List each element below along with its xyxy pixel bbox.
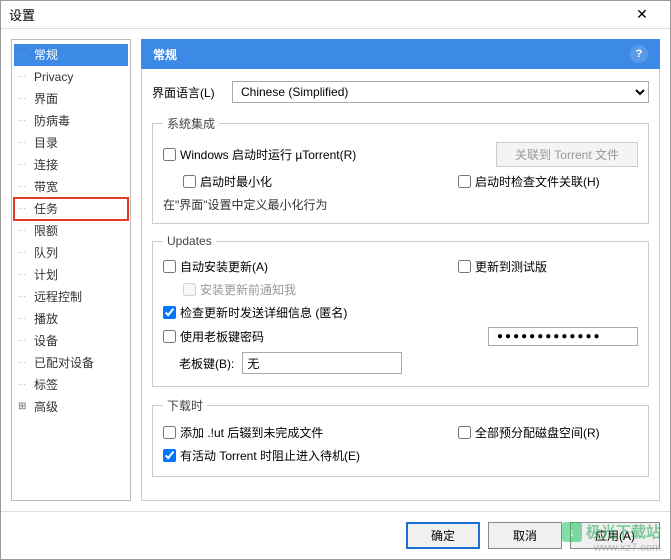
- notify-update-label: 安装更新前通知我: [200, 281, 296, 298]
- tree-item[interactable]: 队列: [14, 242, 128, 264]
- startup-label: Windows 启动时运行 µTorrent(R): [180, 146, 356, 163]
- startup-checkbox[interactable]: [163, 148, 176, 161]
- language-label: 界面语言(L): [152, 84, 222, 101]
- group-legend: 系统集成: [163, 115, 219, 132]
- tree-item[interactable]: 常规: [14, 44, 128, 66]
- minimize-note: 在"界面"设置中定义最小化行为: [163, 196, 638, 213]
- apply-button[interactable]: 应用(A): [570, 522, 660, 549]
- language-select[interactable]: Chinese (Simplified): [232, 81, 649, 103]
- prealloc-label: 全部预分配磁盘空间(R): [475, 424, 600, 441]
- prevent-standby-checkbox[interactable]: [163, 449, 176, 462]
- tree-item[interactable]: 带宽: [14, 176, 128, 198]
- tree-item[interactable]: 防病毒: [14, 110, 128, 132]
- close-icon[interactable]: ✕: [622, 1, 662, 29]
- check-assoc-checkbox[interactable]: [458, 175, 471, 188]
- tree-item[interactable]: 播放: [14, 308, 128, 330]
- tree-item[interactable]: 远程控制: [14, 286, 128, 308]
- ok-button[interactable]: 确定: [406, 522, 480, 549]
- auto-update-label: 自动安装更新(A): [180, 258, 268, 275]
- check-assoc-label: 启动时检查文件关联(H): [475, 173, 600, 190]
- tree-item[interactable]: 设备: [14, 330, 128, 352]
- tree-item[interactable]: 标签: [14, 374, 128, 396]
- panel-header: 常规 ?: [141, 39, 660, 69]
- boss-key-input[interactable]: [242, 352, 402, 374]
- prealloc-checkbox[interactable]: [458, 426, 471, 439]
- download-group: 下载时 添加 .!ut 后辍到未完成文件 全部预分配磁盘空间(R): [152, 397, 649, 477]
- send-anon-label: 检查更新时发送详细信息 (匿名): [180, 304, 347, 321]
- boss-key-label: 老板键(B):: [179, 355, 234, 372]
- boss-pwd-checkbox[interactable]: [163, 330, 176, 343]
- tree-item[interactable]: Privacy: [14, 66, 128, 88]
- updates-group: Updates 自动安装更新(A) 更新到测试版 安装更新前通知: [152, 234, 649, 387]
- tree-item[interactable]: 计划: [14, 264, 128, 286]
- append-ut-label: 添加 .!ut 后辍到未完成文件: [180, 424, 323, 441]
- auto-update-checkbox[interactable]: [163, 260, 176, 273]
- start-minimized-label: 启动时最小化: [200, 173, 272, 190]
- tree-item[interactable]: 高级: [14, 396, 128, 418]
- notify-update-checkbox: [183, 283, 196, 296]
- titlebar: 设置 ✕: [1, 1, 670, 29]
- append-ut-checkbox[interactable]: [163, 426, 176, 439]
- tree-item[interactable]: 已配对设备: [14, 352, 128, 374]
- prevent-standby-label: 有活动 Torrent 时阻止进入待机(E): [180, 447, 360, 464]
- tree-item[interactable]: 目录: [14, 132, 128, 154]
- cancel-button[interactable]: 取消: [488, 522, 562, 549]
- group-legend: Updates: [163, 234, 216, 248]
- tree-item[interactable]: 限额: [14, 220, 128, 242]
- tree-item[interactable]: 界面: [14, 88, 128, 110]
- group-legend: 下载时: [163, 397, 207, 414]
- start-minimized-checkbox[interactable]: [183, 175, 196, 188]
- settings-tree: 常规Privacy界面防病毒目录连接带宽任务限额队列计划远程控制播放设备已配对设…: [11, 39, 131, 501]
- system-integration-group: 系统集成 Windows 启动时运行 µTorrent(R) 关联到 Torre…: [152, 115, 649, 224]
- tree-item[interactable]: 任务: [14, 198, 128, 220]
- boss-pwd-label: 使用老板键密码: [180, 328, 264, 345]
- help-icon[interactable]: ?: [630, 45, 648, 63]
- beta-checkbox[interactable]: [458, 260, 471, 273]
- panel-title: 常规: [153, 46, 177, 63]
- associate-torrent-button: 关联到 Torrent 文件: [496, 142, 638, 167]
- send-anon-checkbox[interactable]: [163, 306, 176, 319]
- beta-label: 更新到测试版: [475, 258, 547, 275]
- dialog-footer: 确定 取消 应用(A): [1, 511, 670, 559]
- window-title: 设置: [9, 5, 622, 24]
- tree-item[interactable]: 连接: [14, 154, 128, 176]
- boss-password-field[interactable]: ●●●●●●●●●●●●●: [488, 327, 638, 346]
